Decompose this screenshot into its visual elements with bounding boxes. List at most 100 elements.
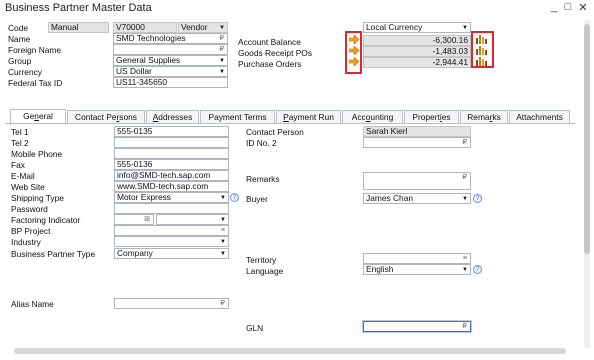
currency-mode-select[interactable]: Local Currency ▼	[363, 22, 471, 33]
code-series-select[interactable]: Manual	[48, 22, 109, 33]
code-series-value: Manual	[51, 22, 79, 32]
territory-input[interactable]: ≡	[363, 253, 471, 264]
tel1-label: Tel 1	[11, 127, 29, 137]
code-input[interactable]: V70000	[113, 22, 177, 33]
translate-icon: ₽	[220, 300, 225, 307]
tel2-input[interactable]	[114, 137, 229, 148]
tab-payment-run[interactable]: Payment Run	[276, 110, 341, 124]
account-balance-value: -6,300.16	[432, 35, 468, 45]
choose-list-icon[interactable]: ≡	[463, 254, 467, 263]
restore-button[interactable]: □	[562, 1, 574, 13]
gln-input[interactable]: ₽	[363, 321, 471, 332]
bar-chart-icon[interactable]	[476, 57, 487, 66]
language-label: Language	[246, 266, 284, 276]
industry-label: Industry	[11, 237, 41, 247]
website-input[interactable]: www.SMD-tech.sap.com	[114, 181, 229, 192]
federal-tax-value: US11-345650	[116, 77, 168, 87]
choose-list-icon[interactable]: ≡	[221, 226, 225, 235]
name-input[interactable]: SMD Technologies ₽	[113, 33, 228, 44]
industry-select[interactable]: ▼	[114, 236, 229, 247]
bp-type-value: Vendor	[181, 22, 208, 32]
bp-type-select-general[interactable]: Company ▼	[114, 248, 229, 259]
email-label: E-Mail	[11, 171, 35, 181]
goods-receipt-label: Goods Receipt POs	[238, 48, 313, 58]
currency-select[interactable]: US Dollar ▼	[113, 66, 228, 77]
shipping-type-select[interactable]: Motor Express ▼	[114, 192, 229, 203]
mobile-input[interactable]	[114, 148, 229, 159]
purchase-orders-label: Purchase Orders	[238, 59, 302, 69]
bp-type-label: Business Partner Type	[11, 249, 96, 259]
help-icon[interactable]: ?	[473, 194, 482, 203]
minimize-button[interactable]: _	[548, 1, 560, 13]
title-bar: Business Partner Master Data _ □ ✕	[0, 0, 594, 18]
tab-attachments[interactable]: Attachments	[509, 110, 570, 124]
code-value: V70000	[116, 22, 145, 32]
buyer-select[interactable]: James Chan ▼	[363, 193, 471, 204]
foreign-name-label: Foreign Name	[8, 45, 62, 55]
chevron-down-icon: ▼	[220, 217, 226, 223]
bp-project-input[interactable]: ≡	[114, 225, 229, 236]
tab-accounting[interactable]: Accounting	[342, 110, 403, 124]
fax-label: Fax	[11, 160, 25, 170]
tab-divider	[5, 123, 575, 124]
alias-name-input[interactable]: ₽	[114, 298, 229, 309]
chevron-down-icon: ▼	[462, 267, 468, 273]
vertical-scrollbar-thumb[interactable]	[584, 24, 590, 254]
account-balance-label: Account Balance	[238, 37, 301, 47]
chevron-down-icon: ▼	[219, 69, 225, 75]
chevron-down-icon: ▼	[219, 25, 225, 31]
fax-input[interactable]: 555-0136	[114, 159, 229, 170]
tab-addresses[interactable]: Addresses	[146, 110, 199, 124]
remarks-input[interactable]: ₽	[363, 172, 471, 190]
bar-chart-icon[interactable]	[476, 46, 487, 55]
help-icon[interactable]: ?	[230, 193, 239, 202]
factoring-label: Factoring Indicator	[11, 215, 81, 225]
link-arrow-icon[interactable]	[349, 46, 359, 55]
chevron-down-icon: ▼	[462, 196, 468, 202]
link-arrow-icon[interactable]	[349, 57, 359, 66]
buyer-label: Buyer	[246, 194, 268, 204]
horizontal-scrollbar[interactable]	[14, 348, 566, 354]
code-label: Code	[8, 23, 29, 33]
close-button[interactable]: ✕	[577, 1, 589, 14]
currency-mode-value: Local Currency	[366, 22, 423, 32]
tab-payment-terms[interactable]: Payment Terms	[200, 110, 275, 124]
tab-properties[interactable]: Properties	[404, 110, 459, 124]
group-select[interactable]: General Supplies ▼	[113, 55, 228, 66]
tel1-input[interactable]: 555-0135	[114, 126, 229, 137]
mobile-label: Mobile Phone	[11, 149, 63, 159]
password-input[interactable]	[114, 203, 229, 214]
language-select[interactable]: English ▼	[363, 264, 471, 275]
bar-chart-icon[interactable]	[476, 35, 487, 44]
link-arrow-icon[interactable]	[349, 35, 359, 44]
bp-project-label: BP Project	[11, 226, 51, 236]
translate-icon: ₽	[462, 174, 467, 181]
federal-tax-input[interactable]: US11-345650	[113, 77, 228, 88]
email-input[interactable]: info@SMD-tech.sap.com	[114, 170, 229, 181]
translate-icon: ₽	[462, 323, 467, 330]
group-value: General Supplies	[116, 55, 181, 65]
tab-remarks[interactable]: Remarks	[460, 110, 508, 124]
chevron-down-icon: ▼	[220, 239, 226, 245]
name-value: SMD Technologies	[116, 33, 186, 43]
help-icon[interactable]: ?	[473, 265, 482, 274]
id-no2-input[interactable]: ₽	[363, 137, 471, 148]
goods-receipt-field: -1,483.03	[363, 46, 471, 57]
translate-icon: ₽	[219, 46, 224, 53]
chevron-down-icon: ▼	[462, 25, 468, 31]
goods-receipt-value: -1,483.03	[432, 46, 468, 56]
tab-contact-persons[interactable]: Contact Persons	[67, 110, 145, 124]
currency-value: US Dollar	[116, 66, 152, 76]
remarks-label: Remarks	[246, 174, 280, 184]
id-no2-label: ID No. 2	[246, 138, 277, 148]
choose-list-icon[interactable]: ⊞	[144, 215, 150, 224]
name-label: Name	[8, 34, 31, 44]
factoring-code-input[interactable]: ⊞	[114, 214, 154, 225]
account-balance-field: -6,300.16	[363, 35, 471, 46]
contact-person-field[interactable]: Sarah Kierl	[363, 126, 471, 137]
federal-tax-label: Federal Tax ID	[8, 78, 63, 88]
purchase-orders-value: -2,944.41	[432, 57, 468, 67]
factoring-select[interactable]: ▼	[156, 214, 229, 225]
foreign-name-input[interactable]: ₽	[113, 44, 228, 55]
bp-type-select[interactable]: Vendor ▼	[178, 22, 228, 33]
